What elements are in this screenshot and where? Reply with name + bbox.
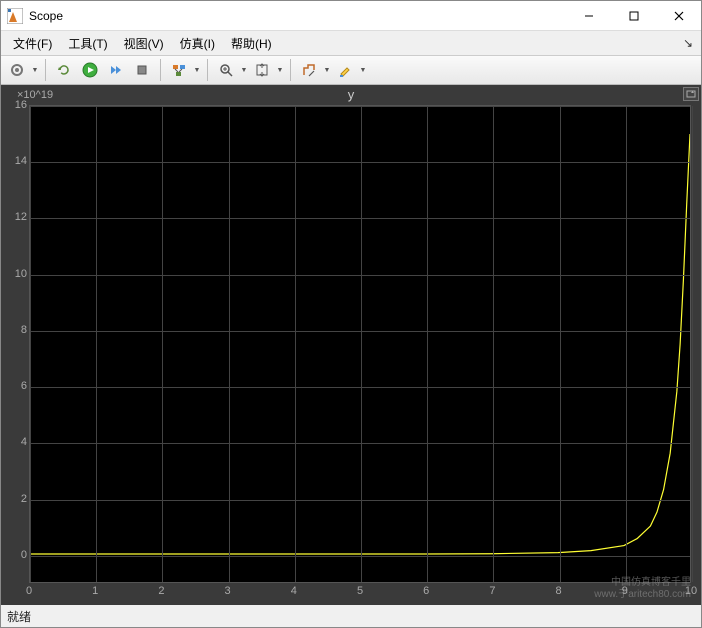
x-tick-label: 0 [26,585,32,597]
y-tick-label: 10 [15,268,27,280]
y-tick-label: 4 [21,436,27,448]
zoom-button[interactable] [214,58,238,82]
series-line [30,134,690,554]
window-title: Scope [29,9,566,23]
x-tick-label: 6 [423,585,429,597]
y-tick-label: 14 [15,155,27,167]
step-forward-button[interactable] [104,58,128,82]
autoscale-dropdown-icon[interactable]: ▼ [276,67,284,74]
x-tick-label: 5 [357,585,363,597]
configure-dropdown-icon[interactable]: ▼ [31,67,39,74]
maximize-button[interactable] [611,1,656,31]
close-button[interactable] [656,1,701,31]
autoscale-button[interactable] [250,58,274,82]
x-tick-label: 2 [158,585,164,597]
x-tick-label: 8 [556,585,562,597]
menu-file[interactable]: 文件(F) [5,32,60,55]
titlebar: Scope [1,1,701,31]
menu-simulation[interactable]: 仿真(I) [172,32,223,55]
minimize-button[interactable] [566,1,611,31]
status-text: 就绪 [7,608,31,625]
toolbar: ▼ ▼ ▼ ▼ ▼ ▼ [1,55,701,85]
menu-help[interactable]: 帮助(H) [223,32,280,55]
menubar: 文件(F) 工具(T) 视图(V) 仿真(I) 帮助(H) ↘ [1,31,701,55]
y-tick-label: 8 [21,324,27,336]
x-tick-label: 10 [685,585,697,597]
configure-button[interactable] [5,58,29,82]
y-tick-label: 12 [15,211,27,223]
menu-view[interactable]: 视图(V) [116,32,172,55]
x-tick-label: 3 [225,585,231,597]
measurements-dropdown-icon[interactable]: ▼ [323,67,331,74]
zoom-dropdown-icon[interactable]: ▼ [240,67,248,74]
y-tick-label: 6 [21,380,27,392]
menu-tools[interactable]: 工具(T) [60,32,115,55]
menu-overflow-icon[interactable]: ↘ [683,36,693,50]
legend-toggle-icon[interactable] [683,87,699,101]
y-tick-label: 2 [21,493,27,505]
restart-button[interactable] [52,58,76,82]
plot-frame[interactable] [29,105,691,583]
measurements-button[interactable] [297,58,321,82]
y-tick-label: 0 [21,549,27,561]
plot-area: y ×10^19 中国仿真博客千里 www.于aritech80.com 012… [1,85,701,605]
signal-selector-button[interactable] [167,58,191,82]
run-button[interactable] [78,58,102,82]
highlight-button[interactable] [333,58,357,82]
stop-button[interactable] [130,58,154,82]
x-tick-label: 9 [622,585,628,597]
x-tick-label: 1 [92,585,98,597]
highlight-dropdown-icon[interactable]: ▼ [359,67,367,74]
y-tick-label: 16 [15,99,27,111]
x-tick-label: 4 [291,585,297,597]
signal-dropdown-icon[interactable]: ▼ [193,67,201,74]
app-icon [7,8,23,24]
statusbar: 就绪 [1,605,701,627]
x-tick-label: 7 [489,585,495,597]
plot-title: y [1,87,701,102]
